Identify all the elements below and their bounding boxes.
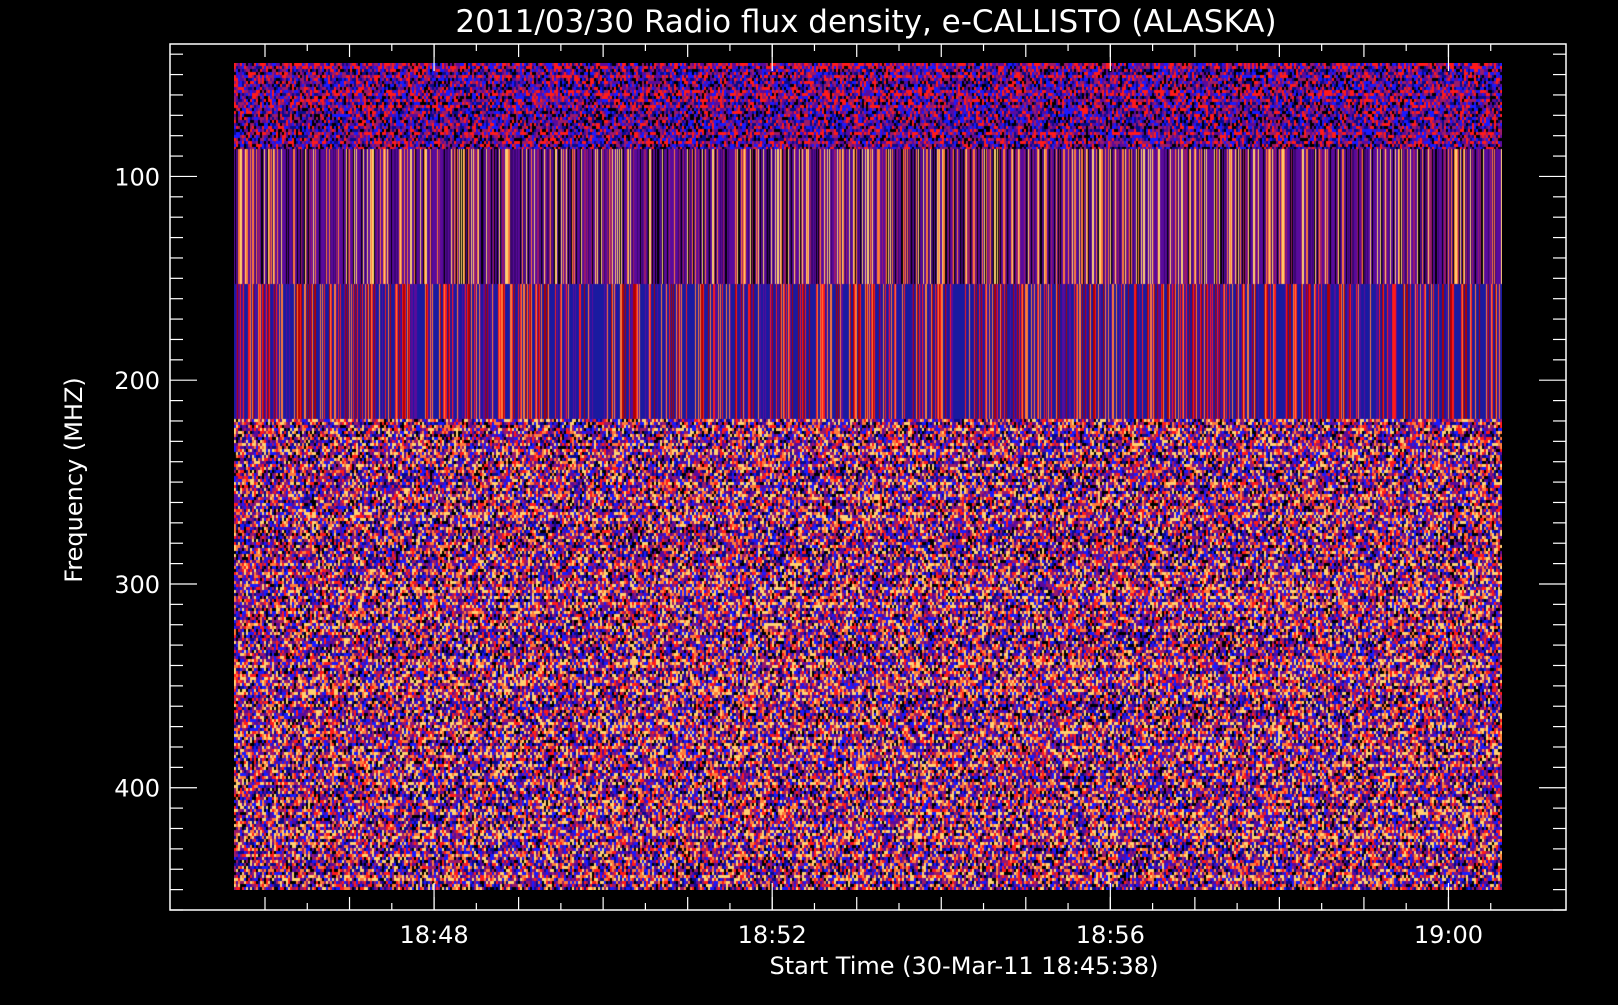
chart-title: 2011/03/30 Radio flux density, e-CALLIST… xyxy=(455,4,1276,40)
y-tick-label: 100 xyxy=(114,163,160,191)
y-tick-label: 300 xyxy=(114,571,160,599)
spectrogram-canvas xyxy=(234,63,1502,890)
chart-svg: 2011/03/30 Radio flux density, e-CALLIST… xyxy=(0,0,1618,1000)
x-axis-label: Start Time (30-Mar-11 18:45:38) xyxy=(770,952,1159,980)
y-tick-label: 400 xyxy=(114,775,160,803)
x-tick-label: 18:56 xyxy=(1076,921,1145,949)
spectrogram-chart: 2011/03/30 Radio flux density, e-CALLIST… xyxy=(0,0,1618,1000)
spectrogram-image xyxy=(234,63,1502,890)
x-tick-label: 18:52 xyxy=(738,921,807,949)
y-axis-label: Frequency (MHZ) xyxy=(60,377,88,583)
x-tick-label: 19:00 xyxy=(1414,921,1483,949)
x-tick-label: 18:48 xyxy=(399,921,468,949)
y-tick-label: 200 xyxy=(114,367,160,395)
